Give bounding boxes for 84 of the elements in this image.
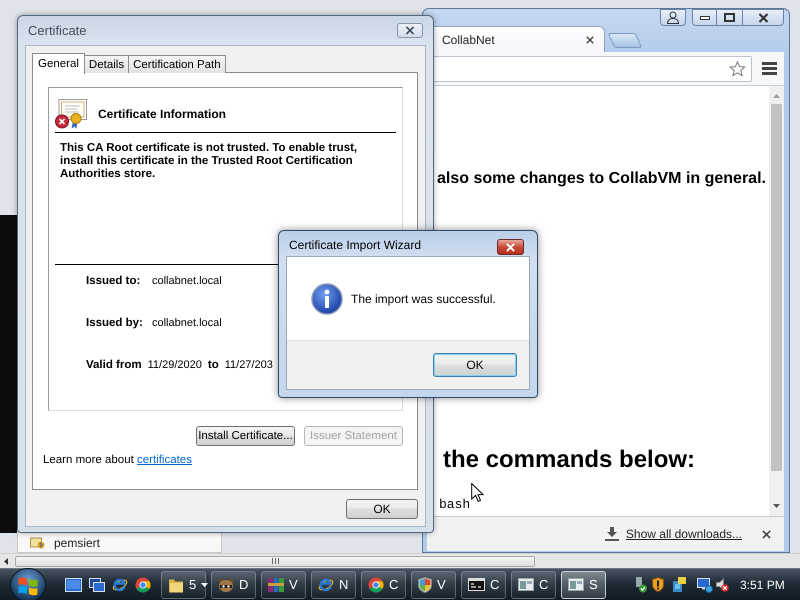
- dialog-tab[interactable]: Certification Path: [128, 55, 226, 73]
- scrollbar-thumb[interactable]: [771, 104, 782, 471]
- folder-icon: [168, 576, 184, 592]
- close-button[interactable]: [397, 23, 423, 38]
- star-icon[interactable]: [729, 60, 746, 76]
- round-logo-icon: [368, 576, 384, 592]
- browser-logo-icon[interactable]: [112, 576, 128, 592]
- speaker-muted-icon[interactable]: [716, 578, 729, 592]
- window-stack-icon[interactable]: [89, 578, 105, 592]
- close-button[interactable]: [742, 9, 784, 26]
- start-button[interactable]: [10, 568, 46, 600]
- scroll-left-icon: [4, 558, 8, 564]
- dialog-title: Certificate Import Wizard: [289, 238, 422, 252]
- success-message: The import was successful.: [351, 292, 496, 306]
- mouse-pointer-icon: [471, 483, 484, 502]
- page-heading: the commands below:: [443, 446, 696, 474]
- person-icon: [667, 11, 679, 24]
- drive-check-icon[interactable]: [635, 576, 647, 592]
- dialog-title: Certificate: [28, 23, 87, 38]
- books-icon: [268, 576, 284, 592]
- maximize-icon: [724, 13, 735, 22]
- field-value: 11/27/203: [224, 359, 273, 371]
- scroll-up-icon: [773, 94, 780, 98]
- caret-icon: [201, 582, 208, 586]
- terminal-icon: [468, 578, 485, 591]
- learn-more-text: Learn more about certificates: [43, 454, 192, 466]
- trust-message: This CA Root certificate is not trusted. To enable trust, install this certificate in the Trusted Root Certification Authorities store.: [60, 142, 358, 181]
- taskbar-button[interactable]: 5: [161, 570, 206, 598]
- taskbar-button[interactable]: S: [561, 570, 606, 598]
- info-heading: Certificate Information: [98, 106, 226, 120]
- page-heading: also some changes to CollabVM in general.: [437, 169, 766, 188]
- taskbar-button[interactable]: C: [361, 570, 406, 598]
- close-icon: [758, 12, 768, 22]
- dialog-tab[interactable]: General: [32, 53, 85, 74]
- info-icon: [311, 282, 343, 314]
- code-text: bash: [439, 498, 470, 512]
- close-icon[interactable]: [762, 530, 771, 538]
- tiles-icon[interactable]: [673, 577, 686, 592]
- close-button[interactable]: [497, 239, 524, 255]
- field-label: Issued to:: [86, 275, 142, 287]
- shield-icon: [418, 576, 432, 592]
- menu-icon[interactable]: [762, 62, 777, 75]
- field-label: to: [208, 359, 219, 371]
- scroll-down-icon: [773, 504, 780, 508]
- show-all-downloads-link[interactable]: Show all downloads...: [626, 527, 742, 541]
- round-logo-icon[interactable]: [135, 576, 151, 592]
- profile-button[interactable]: [660, 9, 686, 26]
- window-icon: [568, 578, 584, 591]
- clock[interactable]: 3:51 PM: [740, 578, 785, 592]
- close-icon[interactable]: [586, 36, 594, 44]
- install-certificate-button[interactable]: Install Certificate...: [196, 426, 295, 446]
- grip-icon: [272, 558, 278, 564]
- field-label: Issued by:: [86, 317, 144, 329]
- certificates-link[interactable]: certificates: [136, 454, 192, 466]
- taskbar-button[interactable]: N: [311, 570, 356, 598]
- taskbar-button[interactable]: D: [211, 570, 256, 598]
- dialog-tab[interactable]: Details: [84, 55, 130, 73]
- desktop-icon[interactable]: [65, 578, 82, 592]
- shield-warning-icon[interactable]: [652, 577, 664, 592]
- minimize-icon: [700, 16, 710, 20]
- browser-logo-icon: [318, 576, 334, 592]
- taskbar-button[interactable]: C: [511, 570, 556, 598]
- taskbar-button[interactable]: V: [261, 570, 306, 598]
- close-icon: [405, 26, 415, 35]
- certificate-error-icon: [55, 98, 87, 128]
- network-monitor-icon[interactable]: [697, 576, 713, 592]
- file-item[interactable]: pemsiert: [17, 533, 222, 553]
- field-label: Valid from: [86, 359, 142, 371]
- horizontal-scrollbar[interactable]: [0, 553, 800, 568]
- minimize-button[interactable]: [692, 9, 716, 26]
- field-value: 11/29/2020: [148, 359, 202, 371]
- window-icon: [518, 578, 534, 591]
- taskbar-button[interactable]: C: [461, 570, 506, 598]
- animal-face-icon: [218, 576, 234, 592]
- field-value: collabnet.local: [152, 275, 222, 287]
- field-value: collabnet.local: [152, 317, 222, 329]
- maximize-button[interactable]: [716, 9, 742, 26]
- taskbar-button[interactable]: V: [411, 570, 456, 598]
- ok-button[interactable]: OK: [346, 499, 418, 519]
- ok-button[interactable]: OK: [433, 353, 517, 377]
- file-icon: [30, 536, 45, 549]
- download-icon: [604, 527, 619, 541]
- close-icon: [505, 242, 516, 252]
- vertical-scrollbar[interactable]: [769, 86, 784, 516]
